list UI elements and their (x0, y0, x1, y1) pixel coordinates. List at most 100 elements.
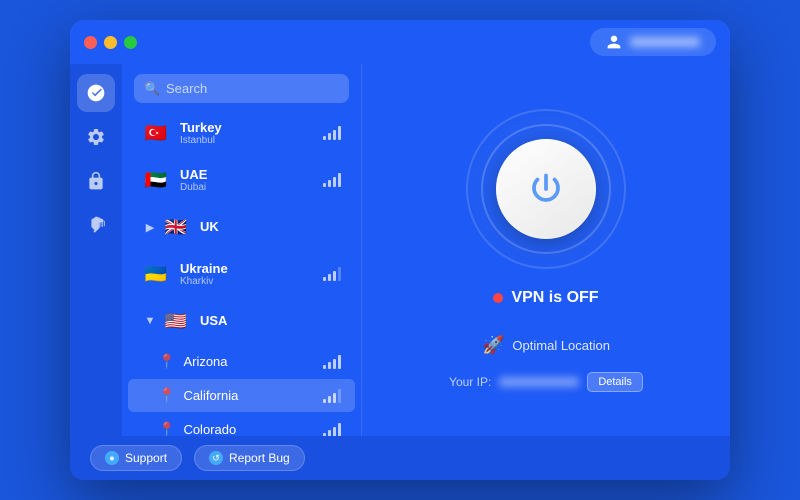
search-input[interactable] (134, 74, 349, 103)
sublocation-name-arizona: Arizona (183, 354, 323, 369)
bar (338, 267, 341, 281)
bottom-bar: ● Support ↺ Report Bug (70, 436, 730, 480)
list-item-usa[interactable]: ▼ 🇺🇸 USA (128, 298, 355, 344)
bar (323, 277, 326, 281)
location-city-ukraine: Kharkiv (180, 276, 323, 287)
report-bug-label: Report Bug (229, 451, 290, 465)
support-label: Support (125, 451, 167, 465)
close-button[interactable] (84, 36, 97, 49)
bar (333, 177, 336, 187)
signal-uae (323, 173, 341, 187)
optimal-location-label: Optimal Location (512, 338, 610, 353)
title-bar (70, 20, 730, 64)
username-display (630, 37, 700, 47)
vpn-status-label: VPN is OFF (511, 289, 598, 307)
search-wrapper: 🔍 (134, 74, 349, 103)
bar (333, 359, 336, 369)
signal-turkey (323, 126, 341, 140)
location-name-uk: UK (200, 219, 341, 235)
vpn-status: VPN is OFF (493, 289, 598, 307)
search-container: 🔍 (122, 64, 361, 109)
signal-colorado (323, 423, 341, 437)
flag-usa: 🇺🇸 (162, 307, 190, 335)
signal-ukraine (323, 267, 341, 281)
bar (328, 362, 331, 369)
list-item-colorado[interactable]: 📍 Colorado (128, 413, 355, 436)
optimal-rocket-icon: 🚀 (482, 335, 504, 356)
power-button[interactable] (496, 139, 596, 239)
signal-arizona (323, 355, 341, 369)
sidebar-item-quick-connect[interactable] (77, 74, 115, 112)
location-city-uae: Dubai (180, 182, 323, 193)
app-window: 🔍 🇹🇷 Turkey Istanbul (70, 20, 730, 480)
location-name-ukraine: Ukraine (180, 261, 323, 277)
minimize-button[interactable] (104, 36, 117, 49)
bar (338, 355, 341, 369)
location-panel: 🔍 🇹🇷 Turkey Istanbul (122, 64, 362, 436)
bar (333, 427, 336, 437)
power-area (466, 109, 626, 269)
usa-expand-toggle[interactable]: ▼ (142, 313, 158, 329)
report-bug-button[interactable]: ↺ Report Bug (194, 445, 305, 471)
bar (328, 180, 331, 187)
flag-ukraine: 🇺🇦 (142, 260, 170, 288)
list-item-arizona[interactable]: 📍 Arizona (128, 345, 355, 378)
optimal-location: 🚀 Optimal Location (482, 335, 610, 356)
sidebar-item-security[interactable] (77, 162, 115, 200)
status-dot (493, 293, 503, 303)
bar (338, 173, 341, 187)
location-info-uae: UAE Dubai (180, 167, 323, 194)
user-icon (606, 34, 622, 50)
bar (338, 126, 341, 140)
bar (323, 183, 326, 187)
maximize-button[interactable] (124, 36, 137, 49)
sublocation-name-colorado: Colorado (183, 422, 323, 436)
list-item-uae[interactable]: 🇦🇪 UAE Dubai (128, 157, 355, 203)
bug-icon: ↺ (209, 451, 223, 465)
list-item-turkey[interactable]: 🇹🇷 Turkey Istanbul (128, 110, 355, 156)
bar (323, 136, 326, 140)
sidebar-item-adblocker[interactable] (77, 206, 115, 244)
support-button[interactable]: ● Support (90, 445, 182, 471)
bar (333, 130, 336, 140)
location-name-uae: UAE (180, 167, 323, 183)
bar (328, 274, 331, 281)
bar (328, 133, 331, 140)
details-button[interactable]: Details (587, 372, 643, 392)
list-item-ukraine[interactable]: 🇺🇦 Ukraine Kharkiv (128, 251, 355, 297)
list-item-uk[interactable]: ▶ 🇬🇧 UK (128, 204, 355, 250)
bar (323, 365, 326, 369)
bar (338, 389, 341, 403)
location-list: 🇹🇷 Turkey Istanbul 🇦🇪 (122, 109, 361, 436)
sidebar-item-settings[interactable] (77, 118, 115, 156)
location-info-ukraine: Ukraine Kharkiv (180, 261, 323, 288)
pin-icon-colorado: 📍 (158, 421, 175, 436)
account-button[interactable] (590, 28, 716, 56)
support-icon: ● (105, 451, 119, 465)
signal-california (323, 389, 341, 403)
location-city-turkey: Istanbul (180, 135, 323, 146)
ip-info: Your IP: Details (449, 372, 643, 392)
search-icon: 🔍 (144, 81, 160, 97)
settings-icon (86, 127, 106, 147)
bar (338, 423, 341, 437)
list-item-california[interactable]: 📍 California (128, 379, 355, 412)
flag-turkey: 🇹🇷 (142, 119, 170, 147)
ip-value (499, 377, 579, 387)
bar (323, 399, 326, 403)
main-content: 🔍 🇹🇷 Turkey Istanbul (70, 64, 730, 436)
location-info-uk: UK (200, 219, 341, 235)
bar (333, 393, 336, 403)
lock-icon (86, 171, 106, 191)
pin-icon-arizona: 📍 (158, 353, 175, 370)
power-icon (528, 171, 564, 207)
location-info-turkey: Turkey Istanbul (180, 120, 323, 147)
sublocation-name-california: California (183, 388, 323, 403)
uk-expand-toggle[interactable]: ▶ (142, 219, 158, 235)
right-panel: VPN is OFF 🚀 Optimal Location Your IP: D… (362, 64, 730, 436)
bar (333, 271, 336, 281)
location-name-turkey: Turkey (180, 120, 323, 136)
title-bar-right (590, 28, 716, 56)
traffic-lights (84, 36, 137, 49)
flag-uk: 🇬🇧 (162, 213, 190, 241)
